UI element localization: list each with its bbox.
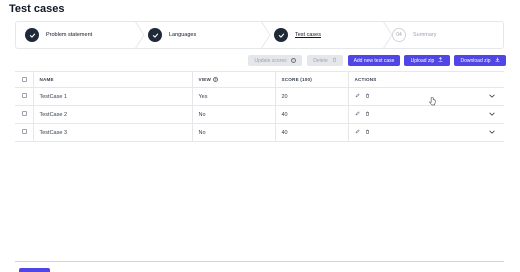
pencil-icon[interactable]	[355, 111, 360, 118]
step-problem-statement[interactable]: Problem statement	[16, 21, 144, 49]
row-view: No	[191, 105, 275, 124]
pencil-icon[interactable]	[355, 93, 360, 100]
update-scores-button[interactable]: Update scores ?	[248, 55, 302, 66]
row-actions	[347, 105, 480, 124]
step-label: Languages	[169, 32, 197, 38]
upload-icon	[438, 57, 443, 64]
pencil-icon[interactable]	[355, 129, 360, 136]
row-score: 20	[274, 87, 348, 106]
column-header-score[interactable]: SCORE (100)	[274, 71, 348, 88]
row-name: TestCase 1	[32, 87, 192, 106]
row-view: Yes	[191, 87, 275, 106]
row-name: TestCase 2	[32, 105, 192, 124]
row-score: 40	[274, 123, 348, 142]
info-icon: ?	[290, 58, 296, 63]
column-header-expand	[480, 71, 504, 88]
info-icon: ?	[213, 77, 219, 83]
step-label: Summary	[413, 32, 437, 38]
view-header-label: VIEW	[198, 76, 212, 82]
trash-icon	[332, 57, 337, 64]
step-label: Problem statement	[46, 32, 93, 38]
mouse-cursor-icon	[429, 93, 436, 111]
trash-icon[interactable]	[365, 93, 370, 100]
step-languages[interactable]: Languages	[140, 21, 270, 49]
step-test-cases[interactable]: Test cases	[266, 21, 392, 49]
step-summary[interactable]: 04 Summary	[388, 22, 503, 48]
expand-row-toggle[interactable]	[480, 87, 504, 106]
select-all-cell	[15, 71, 33, 88]
column-header-actions: ACTIONS	[347, 71, 480, 88]
table-row: TestCase 3 No 40	[15, 123, 504, 142]
chevron-down-icon	[489, 112, 495, 118]
chevron-down-icon	[489, 94, 495, 100]
row-name: TestCase 3	[32, 123, 192, 142]
step-label: Test cases	[295, 32, 321, 38]
update-scores-label: Update scores	[254, 57, 287, 64]
delete-label: Delete	[313, 57, 328, 64]
page-title: Test cases	[9, 3, 65, 15]
footer-primary-button[interactable]	[19, 268, 50, 272]
download-zip-button[interactable]: Download zip	[454, 55, 506, 66]
add-label: Add new test case	[353, 57, 395, 64]
row-checkbox[interactable]	[22, 93, 27, 98]
add-test-case-button[interactable]: Add new test case	[348, 55, 400, 66]
check-icon	[148, 28, 162, 42]
column-header-name[interactable]: NAME	[32, 71, 192, 88]
check-icon	[25, 28, 39, 42]
upload-label: Upload zip	[410, 57, 435, 64]
toolbar: Update scores ? Delete Add new test case…	[248, 55, 506, 66]
row-checkbox[interactable]	[22, 111, 27, 116]
expand-row-toggle[interactable]	[480, 123, 504, 142]
row-actions	[347, 87, 480, 106]
upload-zip-button[interactable]: Upload zip	[404, 55, 450, 66]
table-header-row: NAME VIEW? SCORE (100) ACTIONS	[15, 71, 504, 88]
breadcrumb	[9, 0, 37, 1]
column-header-view[interactable]: VIEW?	[191, 71, 275, 88]
chevron-down-icon	[489, 130, 495, 136]
select-all-checkbox[interactable]	[22, 76, 27, 82]
download-label: Download zip	[460, 57, 491, 64]
row-actions	[347, 123, 480, 142]
wizard-stepper: Problem statement Languages Test cases 0…	[15, 21, 504, 49]
check-icon	[274, 28, 288, 42]
row-view: No	[191, 123, 275, 142]
expand-row-toggle[interactable]	[480, 105, 504, 124]
row-score: 40	[274, 105, 348, 124]
trash-icon[interactable]	[365, 129, 370, 136]
footer-divider	[15, 261, 504, 262]
step-number: 04	[392, 28, 406, 42]
row-checkbox[interactable]	[22, 129, 27, 134]
trash-icon[interactable]	[365, 111, 370, 118]
download-icon	[495, 57, 500, 64]
delete-button[interactable]: Delete	[307, 55, 343, 66]
